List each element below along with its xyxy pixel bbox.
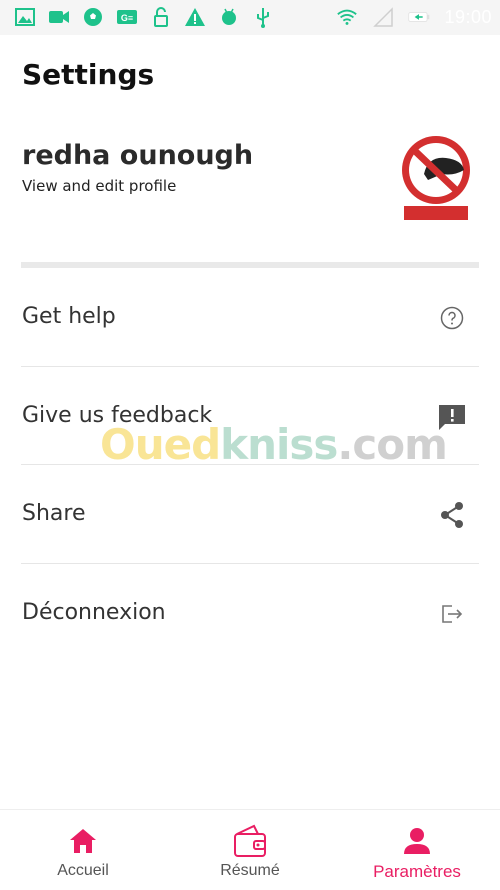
profile-name: redha ounough xyxy=(22,140,254,171)
logout-icon xyxy=(436,598,468,630)
nav-label: Paramètres xyxy=(373,862,461,881)
nav-label: Résumé xyxy=(220,862,280,879)
bottom-nav: Accueil Résumé Paramètres xyxy=(0,809,500,890)
menu-item-give-feedback[interactable]: Give us feedback xyxy=(0,367,500,465)
warning-icon xyxy=(184,6,206,28)
image-icon xyxy=(14,6,36,28)
profile-section[interactable]: redha ounough View and edit profile xyxy=(0,130,500,230)
nav-item-resume[interactable]: Résumé xyxy=(167,810,333,890)
menu-item-label: Share xyxy=(22,501,86,526)
avatar[interactable] xyxy=(398,136,474,220)
svg-text:G≡: G≡ xyxy=(121,13,133,23)
wifi-icon xyxy=(336,6,358,28)
help-circle-icon xyxy=(436,302,468,334)
menu-item-label: Déconnexion xyxy=(22,600,166,625)
feedback-icon xyxy=(436,401,468,433)
wallet-icon xyxy=(232,824,268,858)
battery-icon xyxy=(408,6,430,28)
nav-item-accueil[interactable]: Accueil xyxy=(0,810,166,890)
soccer-icon xyxy=(82,6,104,28)
status-icons-left: G≡ xyxy=(14,6,274,28)
g-icon: G≡ xyxy=(116,6,138,28)
android-icon xyxy=(218,6,240,28)
video-icon xyxy=(48,6,70,28)
status-bar: G≡ 19:00 xyxy=(0,0,500,35)
signal-icon xyxy=(372,6,394,28)
usb-icon xyxy=(252,6,274,28)
nav-item-parametres[interactable]: Paramètres xyxy=(334,810,500,890)
menu-item-get-help[interactable]: Get help xyxy=(0,268,500,366)
menu-item-label: Get help xyxy=(22,304,116,329)
lock-open-icon xyxy=(150,6,172,28)
share-icon xyxy=(436,499,468,531)
status-time: 19:00 xyxy=(444,6,492,27)
menu-item-share[interactable]: Share xyxy=(0,465,500,563)
home-icon xyxy=(65,824,101,858)
status-icons-right: 19:00 xyxy=(336,6,492,28)
view-edit-profile-link[interactable]: View and edit profile xyxy=(22,177,176,195)
menu-item-deconnexion[interactable]: Déconnexion xyxy=(0,564,500,662)
page-title: Settings xyxy=(22,58,155,91)
person-icon xyxy=(399,824,435,858)
nav-label: Accueil xyxy=(57,862,109,879)
menu-item-label: Give us feedback xyxy=(22,403,213,428)
